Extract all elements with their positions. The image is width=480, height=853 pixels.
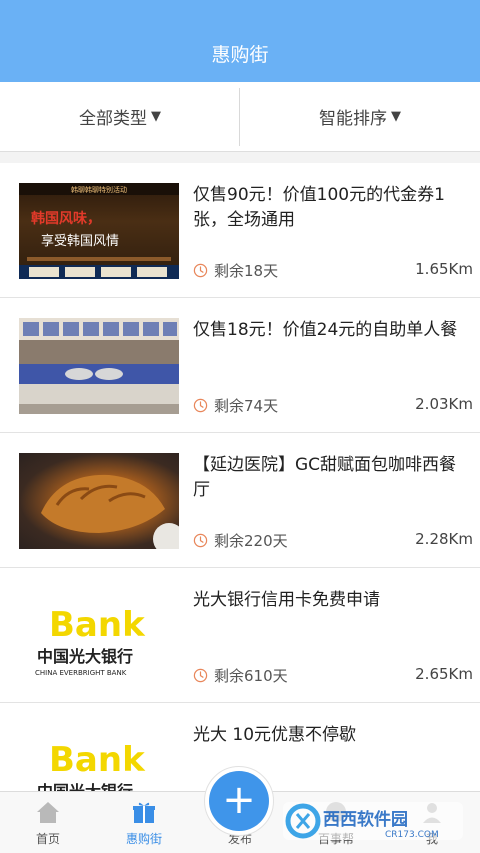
remaining-days-text: 剩余18天 [214,262,279,280]
bank-logo: Bank 中国光大银行 [19,723,179,791]
logo-en: CHINA EVERBRIGHT BANK [35,669,127,677]
remaining-days: 剩余220天 [193,530,288,551]
thumb-text-1: 韩国风味， [31,210,101,227]
deal-thumbnail: 韩聊韩聊特别活动 韩国风味， 享受韩国风情 [19,183,179,279]
home-icon [37,802,59,823]
deal-thumbnail [19,453,179,549]
clock-icon [193,263,208,278]
deal-title: 光大 10元优惠不停歇 [193,725,357,745]
category-filter[interactable]: 全部类型 ▼ [0,82,240,151]
nav-label: 惠购街 [125,832,162,846]
thumb-text-2: 享受韩国风情 [41,233,119,249]
logo-cn: 中国光大银行 [37,647,133,666]
deal-item[interactable]: 【延边医院】GC甜赋面包咖啡西餐厅 剩余220天 2.28Km [0,433,480,568]
deal-item[interactable]: 韩聊韩聊特别活动 韩国风味， 享受韩国风情 仅售90元！价值100元的代金券1张… [0,163,480,298]
deal-item[interactable]: Bank 中国光大银行 CHINA EVERBRIGHT BANK 光大银行信用… [0,568,480,703]
remaining-days: 剩余610天 [193,665,288,686]
publish-button[interactable]: + [204,766,274,836]
app-header: 惠购街 [0,0,480,82]
remaining-days-text: 剩余610天 [214,667,288,685]
sort-filter-label: 智能排序 [319,109,387,129]
remaining-days-text: 剩余74天 [214,397,279,415]
thumb-banner-text: 韩聊韩聊特别活动 [71,185,127,194]
plus-icon: + [209,771,269,831]
nav-label: 首页 [35,832,60,846]
distance: 2.28Km [415,530,473,548]
remaining-days: 剩余74天 [193,395,278,416]
clock-icon [193,533,208,548]
deal-title: 【延边医院】GC甜赋面包咖啡西餐厅 [193,455,457,500]
nav-home[interactable]: 首页 [0,792,96,853]
logo-word: Bank [49,605,146,645]
clock-icon [193,398,208,413]
clock-icon [193,668,208,683]
deal-item[interactable]: 仅售18元！价值24元的自助单人餐 剩余74天 2.03Km [0,298,480,433]
logo-word: Bank [49,740,146,780]
deal-list: 韩聊韩聊特别活动 韩国风味， 享受韩国风情 仅售90元！价值100元的代金券1张… [0,163,480,791]
page-title: 惠购街 [211,44,269,66]
remaining-days-text: 剩余220天 [214,532,288,550]
bank-logo: Bank 中国光大银行 CHINA EVERBRIGHT BANK [19,588,179,684]
watermark-brand: 西西软件园 [323,809,408,830]
deal-title: 光大银行信用卡免费申请 [193,590,380,610]
nav-deals[interactable]: 惠购街 [96,792,192,853]
deal-title: 仅售18元！价值24元的自助单人餐 [193,320,458,340]
watermark-site: CR173.COM [385,830,439,840]
remaining-days: 剩余18天 [193,260,278,281]
distance: 2.03Km [415,395,473,413]
gift-icon [133,802,155,823]
filter-divider [239,88,240,146]
deal-thumbnail [19,318,179,414]
watermark-logo: 西西软件园 CR173.COM [283,802,463,840]
dropdown-arrow-icon: ▼ [151,109,161,124]
distance: 2.65Km [415,665,473,683]
sort-filter[interactable]: 智能排序 ▼ [240,82,480,151]
dropdown-arrow-icon: ▼ [391,109,401,124]
distance: 1.65Km [415,260,473,278]
logo-cn: 中国光大银行 [37,782,133,791]
filter-bar: 全部类型 ▼ 智能排序 ▼ [0,82,480,152]
deal-title: 仅售90元！价值100元的代金券1张，全场通用 [193,185,445,230]
category-filter-label: 全部类型 [79,109,147,129]
